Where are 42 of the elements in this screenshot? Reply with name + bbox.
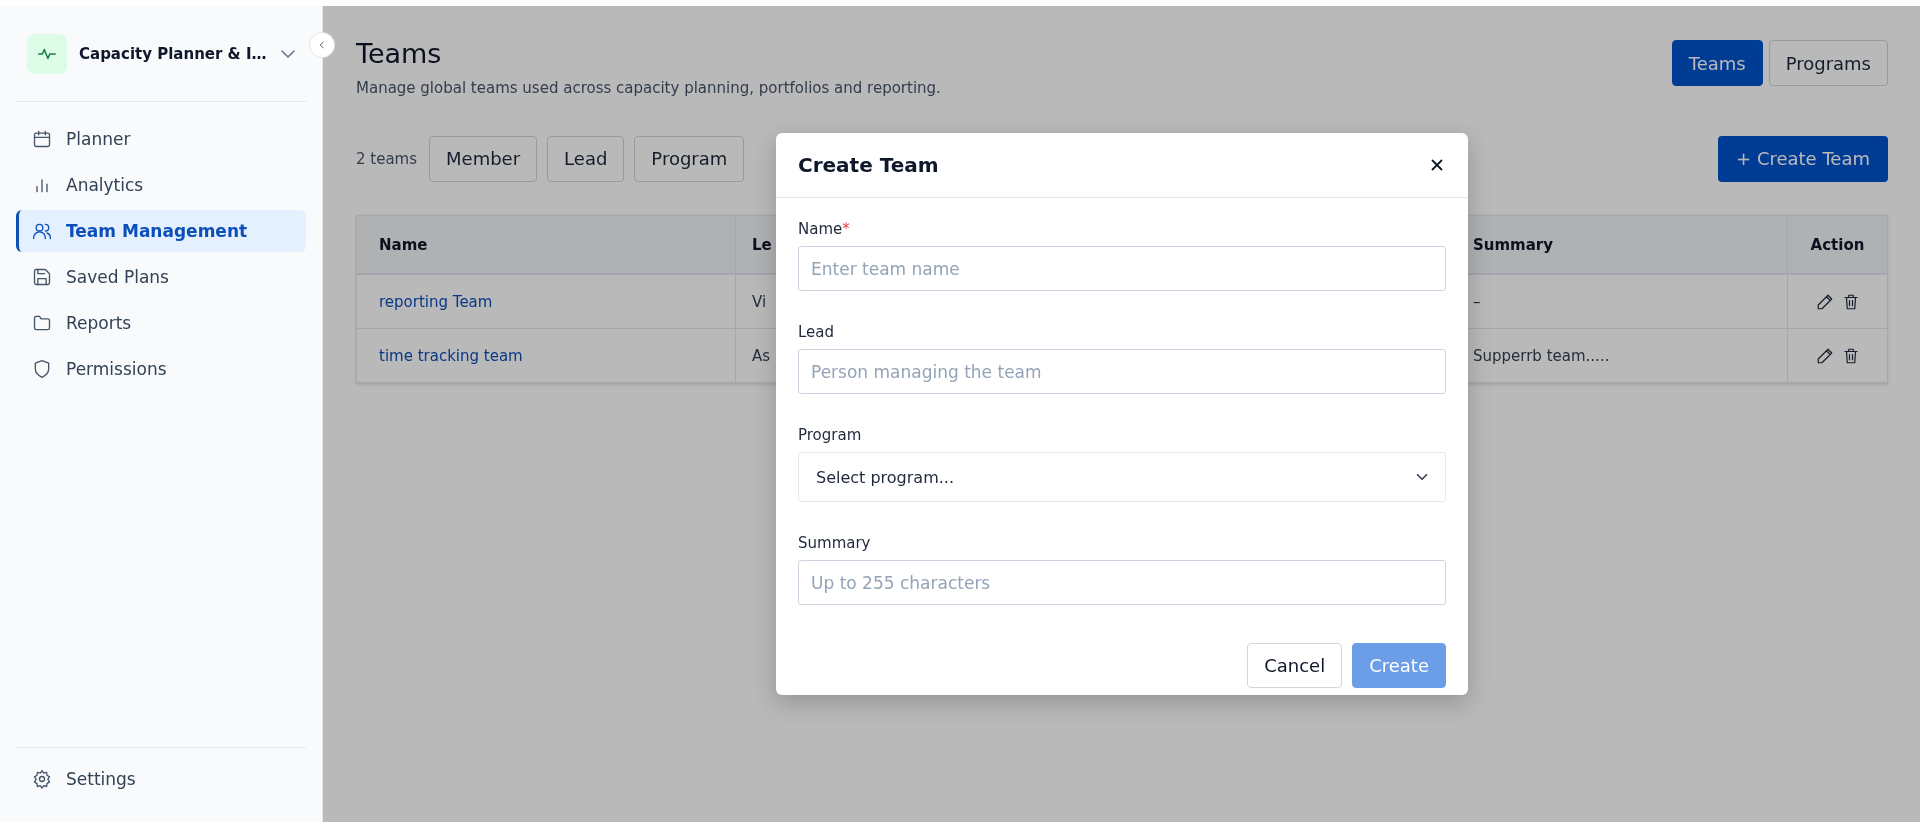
dialog-title: Create Team [798,153,939,177]
field-label: Summary [798,534,871,552]
filter-button[interactable]: Program [634,135,745,182]
team-name-link[interactable]: time tracking team [379,346,523,365]
edit-icon [1815,292,1834,311]
shield-icon [32,359,52,379]
program-select[interactable]: Select program... [798,452,1446,502]
chevron-down-icon [281,49,295,58]
trash-icon [1841,292,1860,311]
view-tab[interactable]: Programs [1768,40,1888,86]
app-title: Capacity Planner & I… [79,44,268,63]
sidebar-item[interactable]: Saved Plans [16,256,306,298]
field-label: Program [798,426,862,444]
cancel-button[interactable]: Cancel [1247,643,1343,688]
sidebar-item[interactable]: Team Management [16,210,306,252]
calendar-icon [32,129,52,149]
column-header: Action [1788,216,1887,275]
filter-button[interactable]: Lead [547,135,625,182]
settings-icon [32,769,52,789]
field-label: Lead [798,323,835,341]
field-label: Name [798,220,843,238]
trash-icon [1841,346,1860,365]
page-subtitle: Manage global teams used across capacity planning, portfolios and reporting. [356,79,941,97]
input-field[interactable]: Person managing the team [798,349,1446,394]
column-header: Name [357,216,736,275]
sidebar-item[interactable]: Permissions [16,348,306,390]
view-tab[interactable]: Teams [1671,40,1763,86]
required-mark: * [842,220,850,238]
create-team-button[interactable]: + Create Team [1718,135,1888,182]
team-count: 2 teams [356,149,418,168]
sidebar-item[interactable]: Settings [16,758,306,800]
page-title: Teams [356,38,443,69]
sidebar-item[interactable]: Analytics [16,164,306,206]
input-field[interactable]: Enter team name [798,246,1446,291]
users-icon [32,221,52,241]
sidebar-item[interactable]: Planner [16,118,306,160]
folder-icon [32,313,52,333]
sidebar-item[interactable]: Reports [16,302,306,344]
edit-icon [1815,346,1834,365]
filter-button[interactable]: Member [429,135,538,182]
input-field[interactable]: Up to 255 characters [798,560,1446,605]
team-name-link[interactable]: reporting Team [379,292,493,311]
